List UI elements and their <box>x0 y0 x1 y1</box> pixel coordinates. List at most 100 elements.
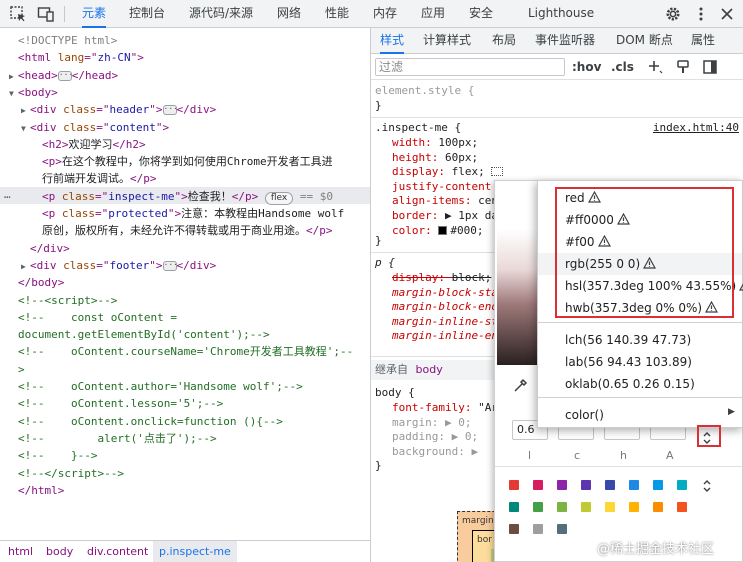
css-declaration[interactable]: margin: ▶ 0; <box>392 416 471 431</box>
dom-node-line[interactable]: <!-- oContent.author='Handsome wolf';--> <box>18 378 303 395</box>
palette-swatch[interactable] <box>509 524 519 534</box>
palette-swatch[interactable] <box>581 502 591 512</box>
expand-triangle-icon[interactable]: ▶ <box>9 68 18 85</box>
format-color-function[interactable]: color() <box>565 406 604 424</box>
expand-triangle-icon[interactable]: ▼ <box>21 120 30 137</box>
inspect-element-icon[interactable] <box>9 5 27 23</box>
dom-node-line[interactable]: </div> <box>30 240 70 257</box>
device-toolbar-icon[interactable] <box>37 5 55 23</box>
more-options-icon[interactable] <box>692 5 710 23</box>
p-user-agent-selector[interactable]: p { <box>375 256 395 271</box>
breadcrumb-html[interactable]: html <box>8 541 33 562</box>
toggle-sidebar-icon[interactable] <box>702 59 718 75</box>
palette-swatch[interactable] <box>533 480 543 490</box>
tab-dom-breakpoints[interactable]: DOM 断点 <box>616 28 673 54</box>
css-declaration[interactable]: width: 100px; <box>392 136 478 151</box>
palette-swatch[interactable] <box>677 480 687 490</box>
dom-node-line[interactable]: ▼ <body> <box>9 84 58 102</box>
color-format-option[interactable]: lch(56 140.39 47.73) <box>565 331 691 349</box>
tab-6[interactable]: 应用 <box>421 0 445 28</box>
css-declaration[interactable]: color: #000; <box>392 224 483 239</box>
expand-triangle-icon[interactable]: ▶ <box>21 258 30 275</box>
body-selector[interactable]: body { <box>375 386 415 401</box>
rule-source-link[interactable]: index.html:40 <box>653 121 739 134</box>
css-declaration[interactable]: padding: ▶ 0; <box>392 430 478 445</box>
dom-node-line[interactable]: 原创，版权所有，未经允许不得转载或用于商业用途。</p> <box>42 222 333 239</box>
breadcrumb-div-content[interactable]: div.content <box>87 541 148 562</box>
tab-3[interactable]: 网络 <box>277 0 301 28</box>
dom-node-line[interactable]: <p>在这个教程中，你将学到如何使用Chrome开发者工具进 <box>42 153 333 170</box>
dom-node-line[interactable]: ▼ <div class="content"> <box>21 119 169 137</box>
palette-swatch[interactable] <box>533 502 543 512</box>
flex-editor-icon[interactable] <box>491 167 504 177</box>
tab-4[interactable]: 性能 <box>325 0 349 28</box>
tab-1[interactable]: 控制台 <box>129 0 165 28</box>
tab-layout[interactable]: 布局 <box>492 28 516 54</box>
dom-node-line[interactable]: <!--<script>--> <box>18 292 117 309</box>
expand-triangle-icon[interactable]: ▶ <box>21 102 30 119</box>
palette-swatch[interactable] <box>677 502 687 512</box>
palette-swatch[interactable] <box>509 502 519 512</box>
css-declaration[interactable]: font-family: "Ar <box>392 401 498 416</box>
dom-node-line[interactable]: document.getElementById('content');--> <box>18 326 270 343</box>
tab-8[interactable]: Lighthouse <box>528 0 594 28</box>
dom-node-line[interactable]: </html> <box>18 482 64 499</box>
dom-node-line[interactable]: <!-- const oContent = <box>18 309 177 326</box>
palette-swatch[interactable] <box>557 480 567 490</box>
dom-node-line[interactable]: <p class="inspect-me">检查我！</p> flex == $… <box>42 188 333 205</box>
dom-node-line[interactable]: > <box>18 361 25 378</box>
elements-tree[interactable]: <!DOCTYPE html> <html lang="zh-CN"> ▶ <head… <box>0 28 370 540</box>
palette-swatch[interactable] <box>629 480 639 490</box>
selected-node-dots-icon[interactable]: … <box>4 186 11 203</box>
dom-node-line[interactable]: 行前端开发调试。</p> <box>42 170 157 187</box>
dom-node-line[interactable]: <!-- }--> <box>18 447 97 464</box>
tab-computed[interactable]: 计算样式 <box>423 28 471 54</box>
palette-switch-icon[interactable] <box>701 478 713 494</box>
tab-properties[interactable]: 属性 <box>691 28 715 54</box>
dom-node-line[interactable]: <!-- oContent.onclick=function (){--> <box>18 413 283 430</box>
dom-node-line[interactable]: <p class="protected">注意：本教程由Handsome wol… <box>42 205 344 222</box>
color-format-option[interactable]: oklab(0.65 0.26 0.15) <box>565 375 695 393</box>
dom-node-line[interactable]: ▶ <div class="header">···</div> <box>21 101 216 119</box>
hov-button[interactable]: :hov <box>572 58 601 76</box>
expand-triangle-icon[interactable]: ▼ <box>9 85 18 102</box>
palette-swatch[interactable] <box>629 502 639 512</box>
dom-node-line[interactable]: <!-- oContent.lesson='5';--> <box>18 395 223 412</box>
tab-styles[interactable]: 样式 <box>380 28 405 54</box>
cls-button[interactable]: .cls <box>611 58 634 76</box>
dom-node-line[interactable]: </body> <box>18 274 64 291</box>
tab-0[interactable]: 元素 <box>82 0 107 28</box>
eyedropper-icon[interactable] <box>512 378 528 394</box>
dom-node-line[interactable]: <!-- alert('点击了');--> <box>18 430 217 447</box>
element-style-selector[interactable]: element.style { <box>375 84 474 99</box>
dom-node-line[interactable]: <!DOCTYPE html> <box>18 32 117 49</box>
breadcrumb-body[interactable]: body <box>46 541 73 562</box>
inspect-me-selector[interactable]: .inspect-me { <box>375 121 461 136</box>
tab-7[interactable]: 安全 <box>469 0 493 28</box>
paint-brush-icon[interactable] <box>675 59 691 75</box>
palette-swatch[interactable] <box>653 480 663 490</box>
palette-swatch[interactable] <box>605 502 615 512</box>
color-format-option[interactable]: lab(56 94.43 103.89) <box>565 353 692 371</box>
settings-gear-icon[interactable] <box>664 5 682 23</box>
palette-swatch[interactable] <box>605 480 615 490</box>
new-rule-plus-icon[interactable] <box>647 59 663 75</box>
breadcrumb-p-inspect-me[interactable]: p.inspect-me <box>153 541 237 562</box>
palette-swatch[interactable] <box>533 524 543 534</box>
dom-node-line[interactable]: ▶ <div class="footer">···</div> <box>21 257 216 275</box>
dom-node-line[interactable]: <html lang="zh-CN"> <box>18 49 144 66</box>
close-icon[interactable] <box>718 5 736 23</box>
palette-swatch[interactable] <box>581 480 591 490</box>
palette-swatch[interactable] <box>557 524 567 534</box>
tab-event-listeners[interactable]: 事件监听器 <box>535 28 595 54</box>
tab-2[interactable]: 源代码/来源 <box>189 0 253 28</box>
color-spectrum[interactable] <box>497 229 540 365</box>
css-declaration[interactable]: background: ▶ <box>392 445 478 460</box>
dom-node-line[interactable]: <h2>欢迎学习</h2> <box>42 136 146 153</box>
dom-node-line[interactable]: <!--</script>--> <box>18 465 124 482</box>
css-declaration[interactable]: height: 60px; <box>392 151 478 166</box>
dom-node-line[interactable]: ▶ <head>···</head> <box>9 67 118 85</box>
css-declaration[interactable]: display: block; <box>392 271 491 286</box>
color-swatch-black[interactable] <box>438 225 448 235</box>
palette-swatch[interactable] <box>509 480 519 490</box>
